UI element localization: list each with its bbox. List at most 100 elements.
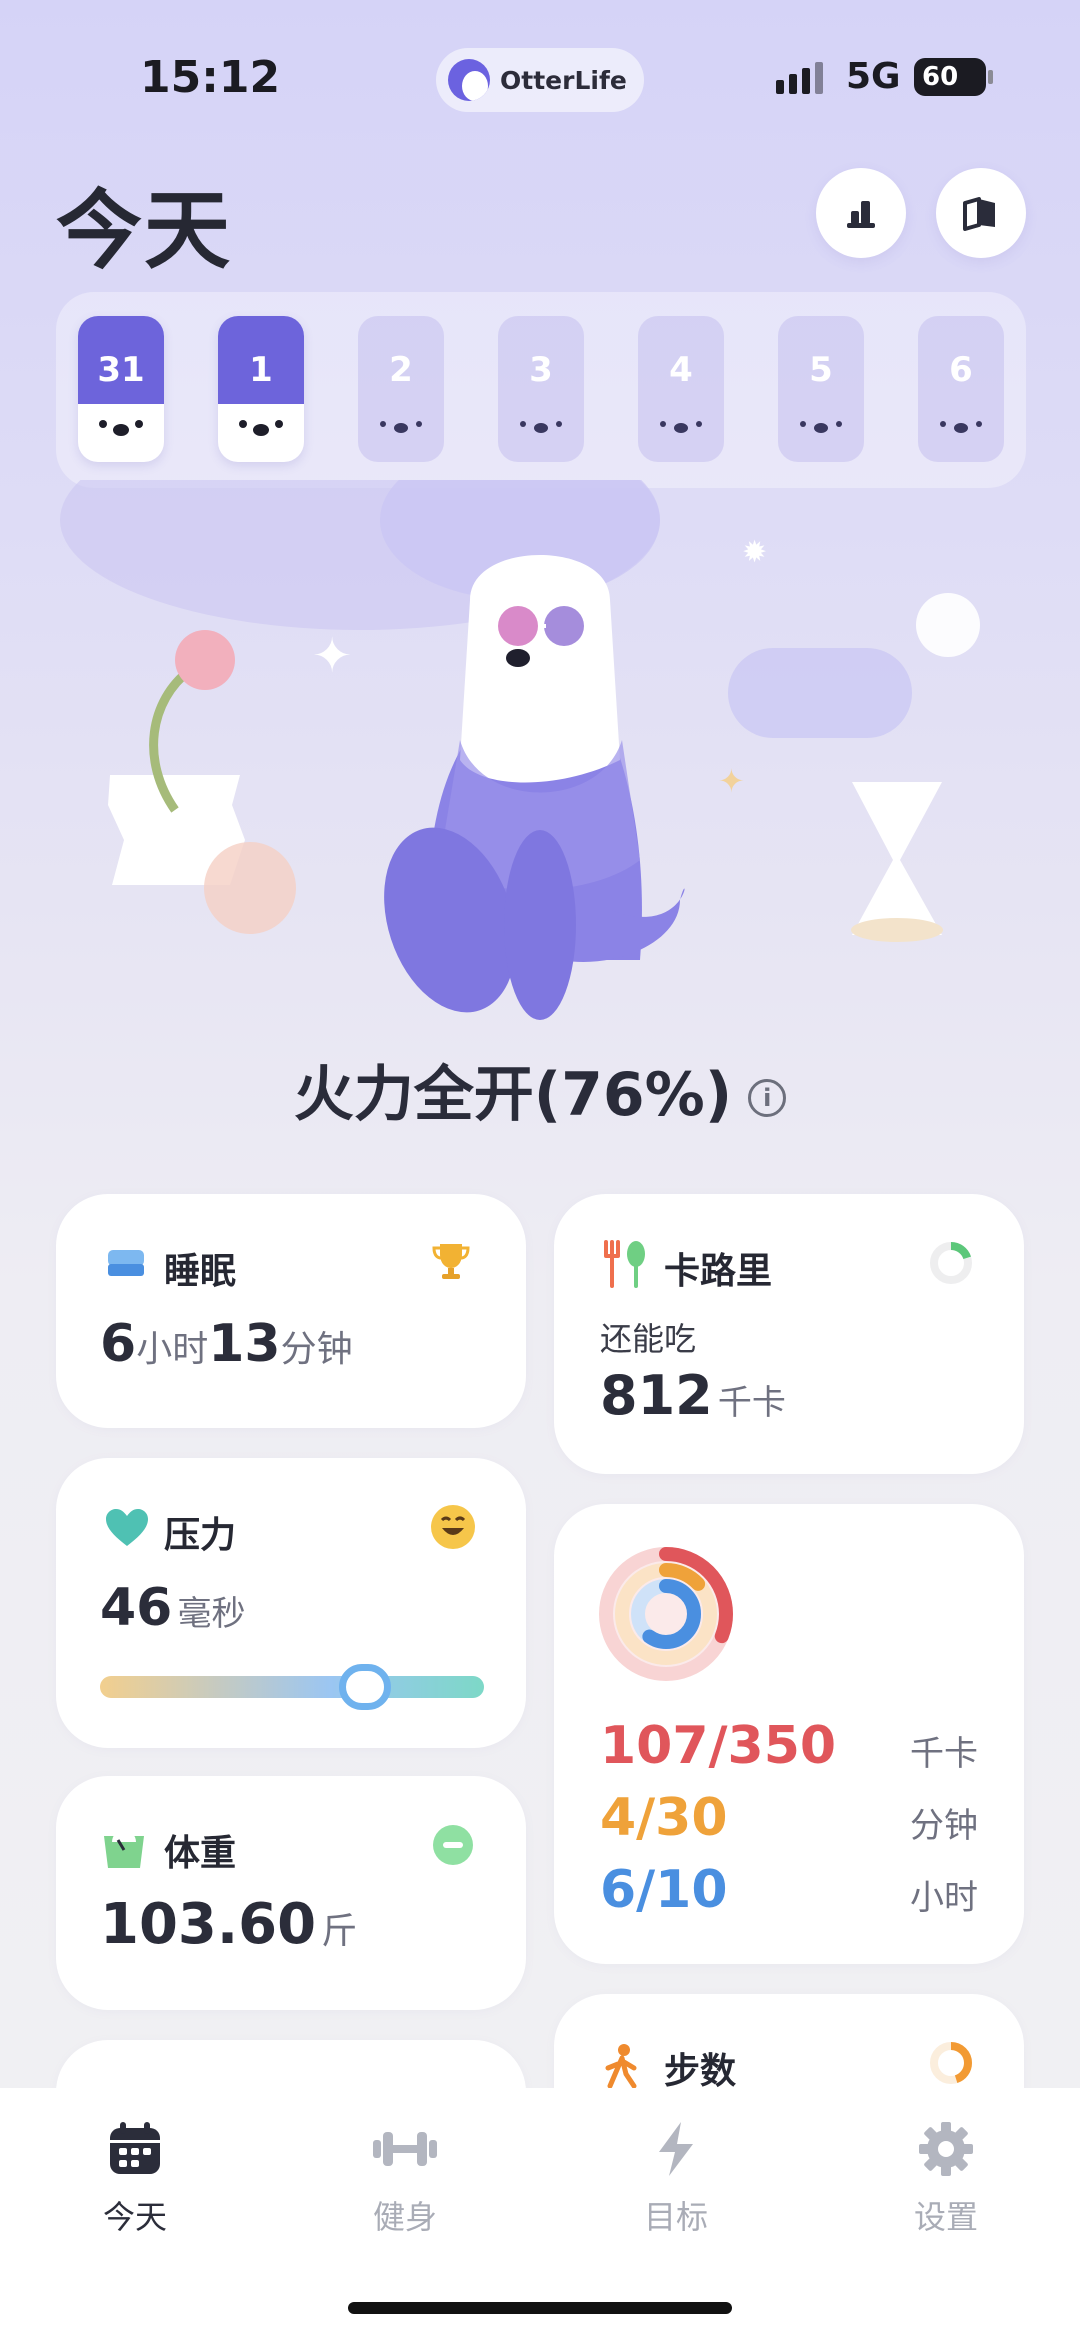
calendar-day[interactable]: 4 <box>638 316 724 462</box>
signal-icon <box>776 62 823 94</box>
tab-goals[interactable]: 目标 <box>596 2120 756 2238</box>
sleep-card[interactable]: 睡眠 6小时13分钟 <box>56 1194 526 1428</box>
walking-icon <box>605 2044 637 2088</box>
battery-icon: 60 <box>914 58 986 96</box>
steps-ring-icon <box>930 2042 972 2084</box>
calendar-day[interactable]: 3 <box>498 316 584 462</box>
weight-number: 103.60 <box>100 1892 317 1957</box>
activity-calories-value: 107/350 <box>600 1716 837 1776</box>
sleep-hours: 6 <box>100 1314 137 1374</box>
svg-text:✦: ✦ <box>718 762 745 800</box>
activity-hours-value: 6/10 <box>600 1860 728 1920</box>
activity-minutes-unit: 分钟 <box>910 1806 978 1846</box>
trophy-icon <box>432 1244 470 1279</box>
day-number: 31 <box>97 350 145 390</box>
calendar-day[interactable]: 5 <box>778 316 864 462</box>
smile-face-icon <box>431 1505 475 1549</box>
weight-value: 103.60 斤 <box>100 1892 357 1957</box>
weight-unit: 斤 <box>321 1911 358 1952</box>
tab-label: 健身 <box>372 2198 437 2236</box>
sleep-minutes: 13 <box>208 1314 281 1374</box>
stress-slider-track <box>100 1676 484 1698</box>
calories-sub-label: 还能吃 <box>600 1320 697 1358</box>
calendar-day[interactable]: 2 <box>358 316 444 462</box>
stats-button[interactable] <box>816 168 906 258</box>
network-type: 5G <box>846 56 901 97</box>
sleep-title: 睡眠 <box>164 1251 237 1292</box>
book-icon <box>963 197 995 231</box>
calendar-icon <box>110 2122 160 2174</box>
book-button[interactable] <box>936 168 1026 258</box>
info-icon[interactable]: i <box>748 1079 787 1118</box>
app-indicator-pill[interactable]: OtterLife <box>436 48 644 112</box>
status-time: 15:12 <box>140 52 281 103</box>
activity-minutes-value: 4/30 <box>600 1788 728 1848</box>
svg-text:✹: ✹ <box>742 535 767 570</box>
calories-title: 卡路里 <box>664 1251 773 1292</box>
otter-logo-icon <box>448 59 490 101</box>
dumbbell-icon <box>373 2132 437 2166</box>
bar-chart-icon <box>847 201 875 228</box>
calories-number: 812 <box>600 1364 713 1427</box>
battery-tip <box>988 70 993 84</box>
lightning-icon <box>659 2122 693 2176</box>
calories-unit: 千卡 <box>717 1383 786 1423</box>
calories-card[interactable]: 卡路里 还能吃 812 千卡 <box>554 1194 1024 1474</box>
calories-value: 812 千卡 <box>600 1364 786 1427</box>
otter-illustration: ✦ ✹ ✦ <box>60 480 980 1020</box>
steps-title: 步数 <box>664 2051 737 2092</box>
sleep-duration: 6小时13分钟 <box>100 1314 353 1374</box>
stress-slider-knob[interactable] <box>338 1664 391 1710</box>
activity-hours-unit: 小时 <box>910 1878 978 1918</box>
otter-face-icon <box>918 414 1004 448</box>
day-number: 6 <box>949 350 973 390</box>
calendar-day[interactable]: 6 <box>918 316 1004 462</box>
tab-settings[interactable]: 设置 <box>866 2120 1026 2238</box>
battery-level: 60 <box>922 62 959 92</box>
day-number: 3 <box>529 350 553 390</box>
bed-icon <box>108 1250 144 1276</box>
gear-icon <box>919 2122 973 2176</box>
activity-calories-unit: 千卡 <box>910 1734 978 1774</box>
weight-card[interactable]: 体重 103.60 斤 <box>56 1776 526 2010</box>
otter-face-icon <box>778 414 864 448</box>
scale-icon <box>104 1830 144 1868</box>
day-number: 1 <box>249 350 273 390</box>
otter-face-icon <box>358 414 444 448</box>
home-indicator <box>348 2302 732 2314</box>
energy-status: 火力全开(76%) i <box>0 1046 1080 1133</box>
calories-ring-icon <box>930 1242 972 1284</box>
fork-leaf-icon <box>604 1240 645 1288</box>
sleep-hours-unit: 小时 <box>136 1329 209 1370</box>
app-name: OtterLife <box>500 65 627 95</box>
otter-face-icon <box>218 414 304 448</box>
day-number: 2 <box>389 350 413 390</box>
tab-label: 设置 <box>913 2198 978 2236</box>
day-number: 5 <box>809 350 833 390</box>
otter-face-icon <box>638 414 724 448</box>
activity-rings <box>599 1547 733 1681</box>
week-calendar-strip: 31 1 2 3 4 5 6 <box>56 292 1026 488</box>
energy-status-text: 火力全开(76%) <box>293 1060 733 1130</box>
svg-text:✦: ✦ <box>312 628 352 684</box>
page-title: 今天 <box>56 181 232 281</box>
tab-today[interactable]: 今天 <box>55 2120 215 2238</box>
sleep-minutes-unit: 分钟 <box>280 1329 353 1370</box>
tab-fitness[interactable]: 健身 <box>325 2120 485 2238</box>
minus-icon <box>433 1825 473 1865</box>
stress-title: 压力 <box>164 1515 237 1556</box>
otter-face-icon <box>78 414 164 448</box>
heart-icon <box>106 1509 148 1546</box>
stress-card[interactable]: 压力 46 毫秒 <box>56 1458 526 1748</box>
stress-unit: 毫秒 <box>177 1594 246 1634</box>
calendar-day[interactable]: 31 <box>78 316 164 462</box>
calendar-day-today[interactable]: 1 <box>218 316 304 462</box>
stress-value: 46 毫秒 <box>100 1578 245 1638</box>
stress-number: 46 <box>100 1578 173 1638</box>
day-number: 4 <box>669 350 693 390</box>
tab-label: 目标 <box>643 2198 708 2236</box>
otter-face-icon <box>498 414 584 448</box>
weight-title: 体重 <box>164 1833 237 1874</box>
tab-label: 今天 <box>102 2198 167 2236</box>
activity-card[interactable]: 107/350 千卡 4/30 分钟 6/10 小时 <box>554 1504 1024 1964</box>
